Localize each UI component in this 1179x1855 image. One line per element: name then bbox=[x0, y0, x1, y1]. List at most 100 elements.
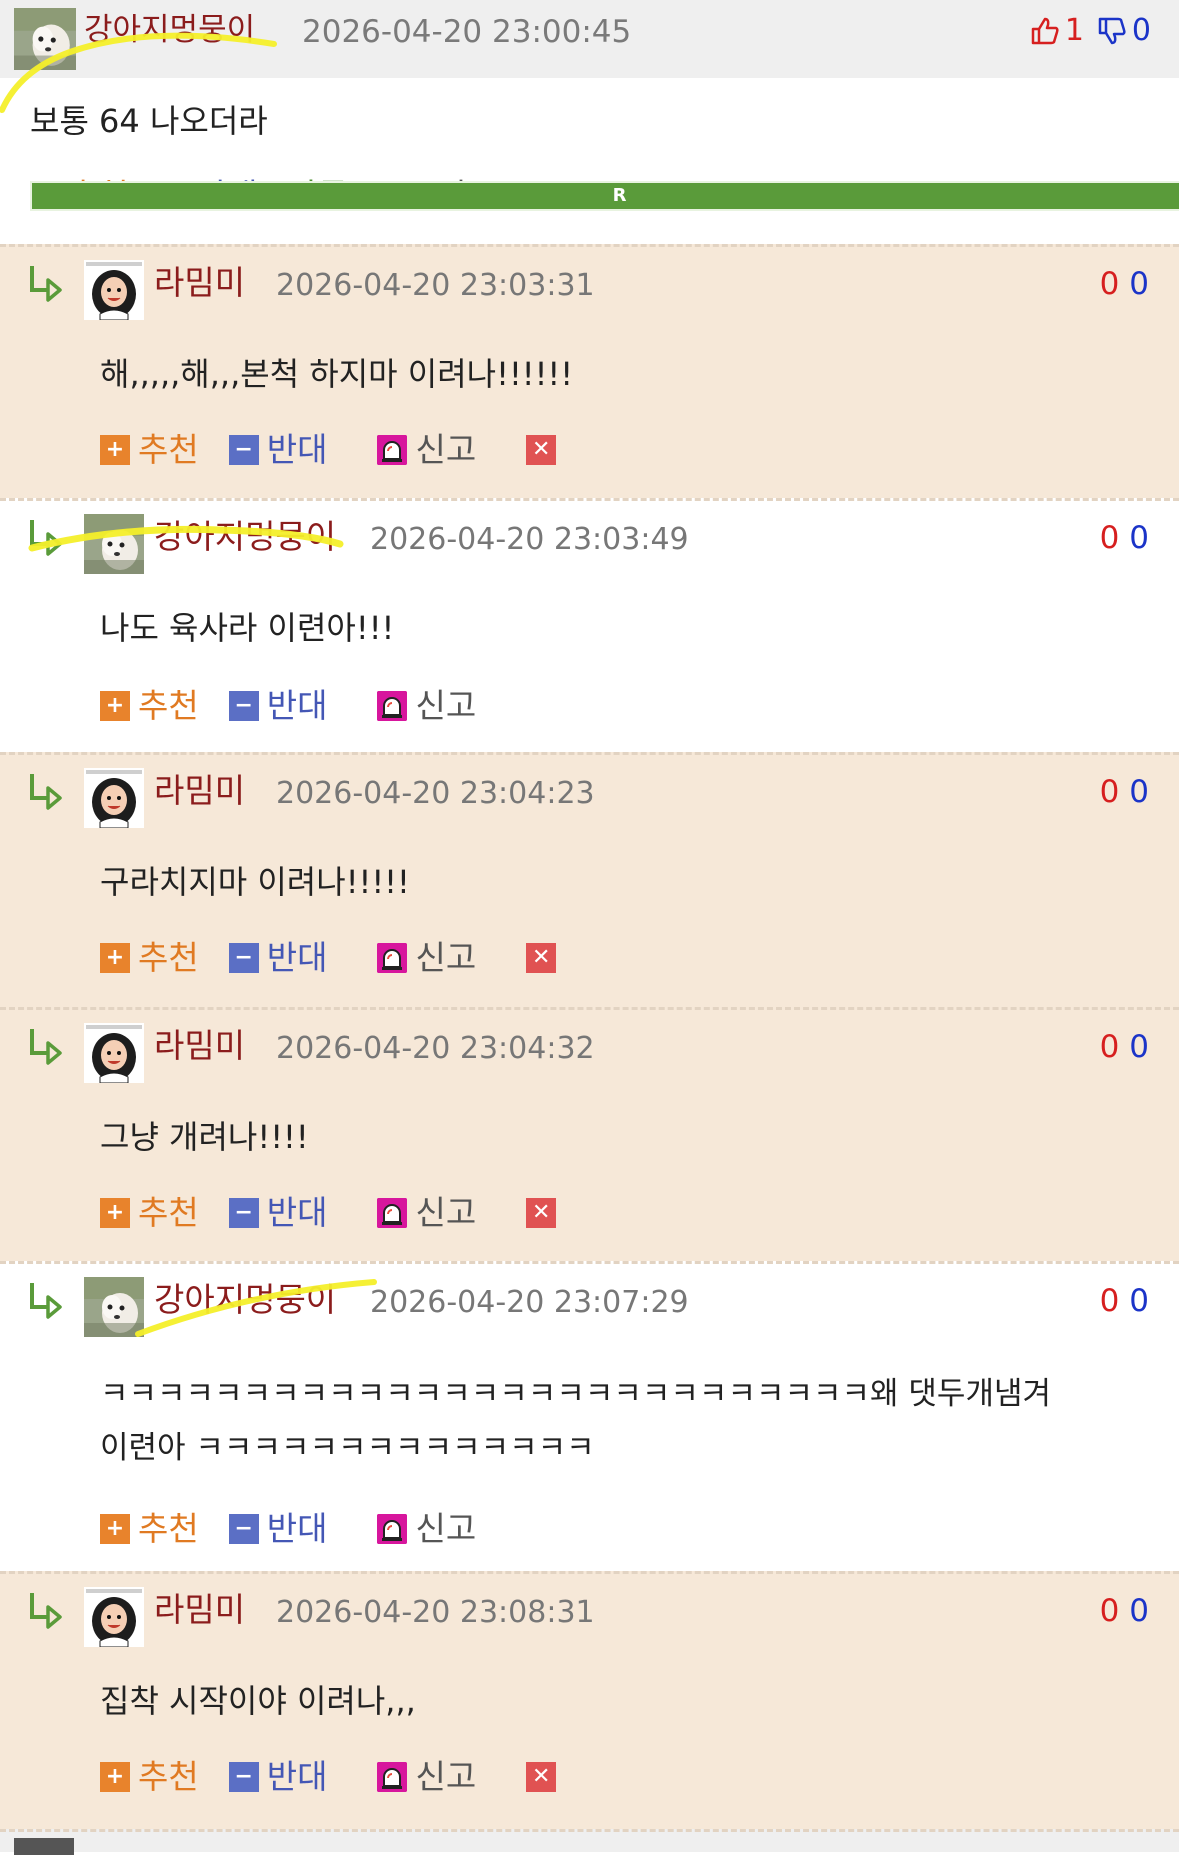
oppose-label: 반대 bbox=[266, 938, 328, 977]
plus-icon: + bbox=[100, 691, 130, 721]
reply-arrow-icon bbox=[26, 262, 66, 302]
comment-text: ㅋㅋㅋㅋㅋㅋㅋㅋㅋㅋㅋㅋㅋㅋㅋㅋㅋㅋㅋㅋㅋㅋㅋㅋㅋㅋㅋ왜 댓두개냄겨 이련아 ㅋ… bbox=[100, 1367, 1140, 1475]
siren-icon bbox=[377, 1514, 408, 1544]
dislike-count: 0 bbox=[1129, 774, 1149, 810]
like-count: 0 bbox=[1099, 520, 1120, 556]
author-name[interactable]: 강아지멍뭉이 bbox=[154, 514, 336, 560]
top-comment-body: 보통 64 나오더라 +추천 −반대 R답글 신고 bbox=[0, 78, 1179, 244]
report-button[interactable]: 신고 bbox=[377, 936, 476, 980]
comment-text-line: 이련아 ㅋㅋㅋㅋㅋㅋㅋㅋㅋㅋㅋㅋㅋㅋ bbox=[100, 1430, 595, 1466]
close-icon: ✕ bbox=[526, 1198, 557, 1228]
recommend-label: 추천 bbox=[138, 1193, 199, 1232]
oppose-button[interactable]: −반대 bbox=[228, 1755, 328, 1799]
plus-icon: + bbox=[100, 1762, 130, 1792]
reply-comment: 라밈미 2026-04-20 23:04:23 0 0 구라치지마 이려나!!!… bbox=[0, 752, 1179, 1007]
recommend-button[interactable]: + 추천 bbox=[100, 936, 199, 980]
oppose-button[interactable]: −반대 bbox=[228, 1191, 327, 1235]
comment-text: 보통 64 나오더라 bbox=[30, 102, 268, 140]
oppose-label: 반대 bbox=[266, 1757, 328, 1796]
dislike-count: 0 bbox=[1129, 1593, 1149, 1629]
next-comment-header bbox=[0, 1829, 1179, 1855]
like-count: 0 bbox=[1099, 774, 1120, 810]
oppose-button[interactable]: −반대 bbox=[228, 936, 328, 980]
delete-button[interactable]: ✕ bbox=[526, 1198, 564, 1228]
report-button[interactable]: 신고 bbox=[377, 1191, 476, 1235]
comment-actions: + 추천 − 반대 신고 ✕ bbox=[100, 1191, 564, 1235]
vote-counts: 0 0 bbox=[1100, 1025, 1149, 1069]
comment-actions: + 추천 − 반대 신고 bbox=[100, 1507, 476, 1551]
recommend-button[interactable]: + 추천 bbox=[100, 428, 199, 472]
author-name[interactable]: 강아지멍뭉이 bbox=[84, 8, 255, 52]
reply-arrow-icon bbox=[26, 1589, 66, 1629]
reply-comment: 라밈미 2026-04-20 23:08:31 0 0 집착 시작이야 이려나,… bbox=[0, 1571, 1179, 1829]
plus-icon: + bbox=[100, 943, 130, 973]
reply-comment: 강아지멍뭉이 2026-04-20 23:03:49 0 0 나도 육사라 이련… bbox=[0, 498, 1179, 752]
divider bbox=[0, 1007, 1179, 1010]
author-name[interactable]: 라밈미 bbox=[154, 1023, 245, 1069]
comment-actions: + 추천 − 반대 신고 ✕ bbox=[100, 1755, 564, 1799]
close-icon: ✕ bbox=[526, 943, 557, 973]
avatar[interactable] bbox=[84, 1023, 144, 1083]
avatar[interactable] bbox=[84, 1587, 144, 1647]
thumbs-up-icon[interactable] bbox=[1029, 15, 1061, 47]
oppose-label: 반대 bbox=[266, 686, 328, 725]
author-name[interactable]: 강아지멍뭉이 bbox=[154, 1277, 336, 1323]
recommend-label: 추천 bbox=[138, 686, 199, 725]
avatar[interactable] bbox=[84, 260, 144, 320]
delete-button[interactable]: ✕ bbox=[526, 1762, 564, 1792]
report-label: 신고 bbox=[415, 1757, 477, 1796]
comment-text: 해,,,,,해,,,본척 하지마 이려나!!!!!! bbox=[100, 355, 574, 393]
avatar[interactable] bbox=[14, 8, 76, 70]
oppose-button[interactable]: −반대 bbox=[228, 428, 327, 472]
author-name[interactable]: 라밈미 bbox=[154, 260, 245, 306]
siren-icon bbox=[377, 435, 408, 465]
report-button[interactable]: 신고 bbox=[377, 428, 476, 472]
author-name[interactable]: 라밈미 bbox=[154, 768, 245, 814]
comment-text: 그냥 개려나!!!! bbox=[100, 1118, 309, 1156]
minus-icon: − bbox=[228, 691, 259, 721]
delete-button[interactable]: ✕ bbox=[526, 435, 564, 465]
recommend-label: 추천 bbox=[138, 1509, 199, 1548]
thumbs-down-icon[interactable] bbox=[1096, 15, 1128, 47]
timestamp: 2026-04-20 23:07:29 bbox=[370, 1285, 689, 1320]
author-name[interactable]: 라밈미 bbox=[154, 1587, 245, 1633]
plus-icon: + bbox=[100, 435, 130, 465]
reply-button[interactable]: R답글 bbox=[30, 174, 1179, 218]
report-button[interactable]: 신고 bbox=[377, 684, 476, 728]
top-comment-header: 강아지멍뭉이 2026-04-20 23:00:45 1 0 bbox=[0, 0, 1179, 78]
minus-icon: − bbox=[228, 1762, 259, 1792]
reply-arrow-icon bbox=[26, 770, 66, 810]
delete-button[interactable]: ✕ bbox=[526, 943, 564, 973]
comment-text: 구라치지마 이려나!!!!! bbox=[100, 863, 410, 901]
recommend-button[interactable]: + 추천 bbox=[100, 1191, 199, 1235]
avatar[interactable] bbox=[84, 1277, 144, 1337]
dislike-count: 0 bbox=[1131, 13, 1151, 48]
report-label: 신고 bbox=[415, 1509, 477, 1548]
oppose-button[interactable]: −반대 bbox=[228, 1507, 327, 1551]
divider bbox=[0, 244, 1179, 247]
reply-arrow-icon bbox=[26, 516, 66, 556]
recommend-button[interactable]: + 추천 bbox=[100, 1755, 199, 1799]
like-count: 0 bbox=[1099, 1029, 1120, 1065]
like-count: 0 bbox=[1099, 1283, 1120, 1319]
recommend-button[interactable]: + 추천 bbox=[100, 684, 199, 728]
reply-arrow-icon bbox=[26, 1025, 66, 1065]
like-count: 1 bbox=[1064, 13, 1084, 48]
dislike-count: 0 bbox=[1129, 1029, 1149, 1065]
comment-text: 나도 육사라 이련아!!! bbox=[100, 609, 395, 647]
siren-icon bbox=[377, 1198, 408, 1228]
recommend-label: 추천 bbox=[138, 1757, 199, 1796]
recommend-button[interactable]: + 추천 bbox=[100, 1507, 199, 1551]
avatar[interactable] bbox=[84, 514, 144, 574]
oppose-button[interactable]: −반대 bbox=[228, 684, 328, 728]
report-button[interactable]: 신고 bbox=[377, 1507, 476, 1551]
like-count: 0 bbox=[1099, 1593, 1120, 1629]
plus-icon: + bbox=[100, 1198, 130, 1228]
dislike-count: 0 bbox=[1129, 520, 1149, 556]
reply-arrow-icon bbox=[26, 1279, 66, 1319]
siren-icon bbox=[377, 1762, 408, 1792]
report-button[interactable]: 신고 bbox=[377, 1755, 476, 1799]
plus-icon: + bbox=[100, 1514, 130, 1544]
recommend-label: 추천 bbox=[138, 938, 199, 977]
avatar[interactable] bbox=[84, 768, 144, 828]
